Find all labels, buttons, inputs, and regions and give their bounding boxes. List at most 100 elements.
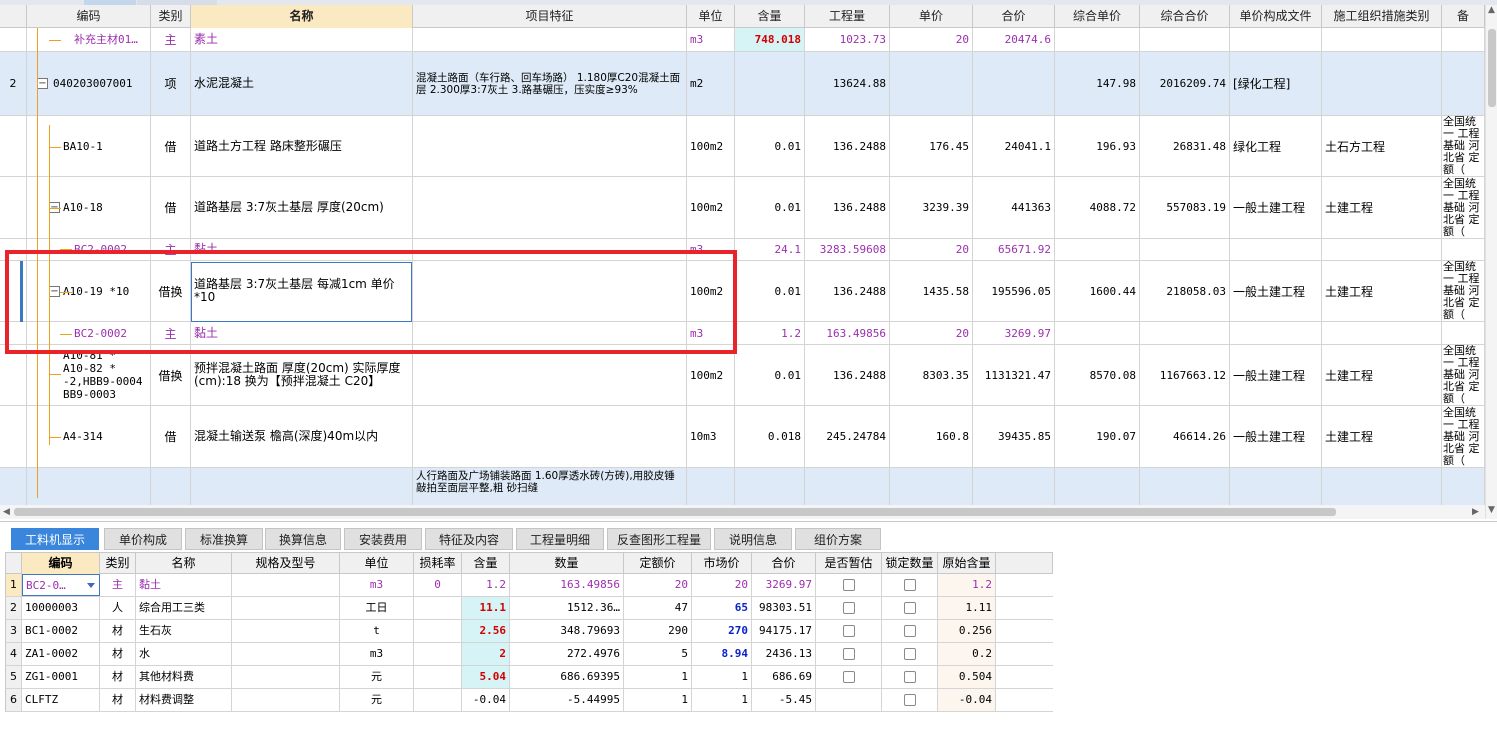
cell-code[interactable]: A10-18 — [27, 177, 151, 238]
resource-col-header[interactable]: 编码 — [22, 553, 100, 574]
resource-row[interactable]: 2 10000003 人综合用工三类 工日 11.1 1512.36… 47 65 98303.… — [5, 597, 1053, 620]
tab-8[interactable]: 说明信息 — [714, 528, 792, 550]
cell-name[interactable]: 混凝土输送泵 檐高(深度)40m以内 — [191, 406, 413, 467]
col-total-header[interactable]: 合价 — [973, 5, 1055, 28]
cell-code[interactable] — [27, 468, 151, 505]
cell-code[interactable]: A10-81 * A10-82 * -2,HBB9-0004 BB9-0003 — [27, 345, 151, 405]
collapse-toggle-icon[interactable]: − — [49, 285, 60, 297]
resource-col-header[interactable]: 数量 — [510, 553, 624, 574]
tab-1[interactable]: 单价构成 — [104, 528, 182, 550]
cell-name[interactable]: 素土 — [191, 28, 413, 51]
table-row[interactable]: BC2-0002 主黏土 m3 1.2 163.49856 20 3269.97 — [0, 322, 1485, 345]
tab-0[interactable]: 工料机显示 — [11, 528, 99, 550]
resource-row[interactable]: 1 BC2-0… 主黏土 m3 0 1.2 163.49856 20 20 3269.97 1.2 — [5, 574, 1053, 597]
cell-code[interactable]: ZA1-0002 — [22, 643, 100, 665]
cell-code[interactable]: A4-314 — [27, 406, 151, 467]
col-content-header[interactable]: 含量 — [735, 5, 805, 28]
table-row[interactable]: BA10-1 借道路土方工程 路床整形碾压 100m2 0.01 136.2488 176… — [0, 116, 1485, 177]
collapse-toggle-icon[interactable]: − — [37, 78, 48, 89]
cell-code[interactable]: BA10-1 — [27, 116, 151, 176]
lock-quantity-checkbox[interactable] — [903, 694, 916, 706]
resource-col-header[interactable]: 合价 — [752, 553, 816, 574]
col-utotal-header[interactable]: 综合合价 — [1140, 5, 1230, 28]
tab-2[interactable]: 标准换算 — [185, 528, 263, 550]
table-row[interactable]: A4-314 借混凝土输送泵 檐高(深度)40m以内 10m3 0.018 245.24… — [0, 406, 1485, 468]
lock-quantity-checkbox[interactable] — [903, 671, 916, 683]
col-file-header[interactable]: 单价构成文件 — [1230, 5, 1322, 28]
resource-col-header[interactable]: 定额价 — [624, 553, 692, 574]
main-grid-vertical-scrollbar[interactable]: ▲ ▼ — [1485, 5, 1497, 519]
resource-col-header[interactable]: 含量 — [462, 553, 510, 574]
col-type-header[interactable]: 类别 — [151, 5, 191, 28]
col-price-header[interactable]: 单价 — [890, 5, 973, 28]
col-feature-header[interactable]: 项目特征 — [413, 5, 687, 28]
resource-col-header[interactable]: 规格及型号 — [232, 553, 340, 574]
cell-name[interactable]: 黏土 — [191, 322, 413, 344]
tab-6[interactable]: 工程量明细 — [516, 528, 604, 550]
cell-name[interactable] — [191, 468, 413, 505]
estimate-checkbox-cell[interactable] — [816, 666, 882, 688]
cell-code[interactable]: BC1-0002 — [22, 620, 100, 642]
table-row[interactable]: 2 040203007001 项水泥混凝土 混凝土路面（车行路、回车场路） 1.180… — [0, 52, 1485, 116]
main-grid-horizontal-scrollbar[interactable]: ◀ ▶ — [0, 505, 1485, 519]
estimate-checkbox[interactable] — [842, 648, 855, 660]
cell-code[interactable]: BC2-0002 — [27, 239, 151, 260]
resource-col-header[interactable]: 原始含量 — [938, 553, 996, 574]
col-note-header[interactable]: 备 — [1442, 5, 1485, 28]
estimate-checkbox[interactable] — [842, 579, 855, 591]
resource-col-header[interactable]: 名称 — [136, 553, 232, 574]
tab-7[interactable]: 反查图形工程量 — [607, 528, 711, 550]
estimate-checkbox-cell[interactable] — [816, 620, 882, 642]
estimate-checkbox-cell[interactable] — [816, 574, 882, 596]
name-cell-editor[interactable] — [191, 262, 412, 322]
resource-col-header[interactable]: 类别 — [100, 553, 136, 574]
estimate-checkbox-cell[interactable] — [816, 689, 882, 711]
resource-row[interactable]: 6 CLFTZ 材材料费调整元 -0.04 -5.44995 1 1 -5.45 -0.04 — [5, 689, 1053, 712]
cell-code[interactable]: A10-19 *10 — [27, 261, 151, 321]
resource-row[interactable]: 4 ZA1-0002 材水 m3 2 272.4976 5 8.94 2436.13 0.2 — [5, 643, 1053, 666]
tab-5[interactable]: 特征及内容 — [425, 528, 513, 550]
table-row[interactable]: BC2-0002 主黏土 m3 24.1 3283.59608 20 65671.92 — [0, 239, 1485, 261]
lock-quantity-checkbox[interactable] — [903, 602, 916, 614]
scroll-left-icon[interactable]: ◀ — [3, 505, 10, 519]
cell-code[interactable]: BC2-0002 — [27, 322, 151, 344]
estimate-checkbox[interactable] — [842, 671, 855, 683]
cell-code[interactable]: 补充主材01… — [27, 28, 151, 51]
cell-name[interactable]: 道路基层 3:7灰土基层 厚度(20cm) — [191, 177, 413, 238]
lock-quantity-checkbox[interactable] — [903, 625, 916, 637]
vertical-scroll-thumb[interactable] — [1488, 29, 1496, 107]
lock-quantity-checkbox[interactable] — [903, 648, 916, 660]
estimate-checkbox-cell[interactable] — [816, 597, 882, 619]
dropdown-chevron-icon[interactable] — [87, 583, 95, 588]
estimate-checkbox[interactable] — [842, 602, 855, 614]
scroll-down-icon[interactable]: ▼ — [1488, 503, 1495, 517]
lock-qty-checkbox-cell[interactable] — [882, 620, 938, 642]
cell-code[interactable]: ZG1-0001 — [22, 666, 100, 688]
lock-qty-checkbox-cell[interactable] — [882, 597, 938, 619]
cell-name[interactable]: 黏土 — [191, 239, 413, 260]
cell-name[interactable]: 道路土方工程 路床整形碾压 — [191, 116, 413, 176]
resource-col-header[interactable]: 损耗率 — [414, 553, 462, 574]
lock-quantity-checkbox[interactable] — [903, 579, 916, 591]
resource-col-header[interactable]: 单位 — [340, 553, 414, 574]
cell-name[interactable]: 预拌混凝土路面 厚度(20cm) 实际厚度(cm):18 换为【预拌混凝土 C2… — [191, 345, 413, 405]
resource-row[interactable]: 5 ZG1-0001 材其他材料费元 5.04 686.69395 1 1 686.69 0.5… — [5, 666, 1053, 689]
col-uprice-header[interactable]: 综合单价 — [1055, 5, 1140, 28]
resource-col-header[interactable]: 市场价 — [692, 553, 752, 574]
cell-code[interactable]: BC2-0… — [22, 574, 100, 596]
table-row[interactable]: A10-81 * A10-82 * -2,HBB9-0004 BB9-0003 借… — [0, 345, 1485, 406]
col-qty-header[interactable]: 工程量 — [805, 5, 890, 28]
cell-name[interactable]: 水泥混凝土 — [191, 52, 413, 115]
cell-code[interactable]: 10000003 — [22, 597, 100, 619]
lock-qty-checkbox-cell[interactable] — [882, 574, 938, 596]
resource-row[interactable]: 3 BC1-0002 材生石灰 t 2.56 348.79693 290 270 94175.1… — [5, 620, 1053, 643]
resource-col-header[interactable]: 是否暂估 — [816, 553, 882, 574]
resource-col-header[interactable]: 锁定数量 — [882, 553, 938, 574]
tab-9[interactable]: 组价方案 — [795, 528, 881, 550]
table-row[interactable]: 人行路面及广场铺装路面 1.60厚透水砖(方砖),用胶皮锤敲拍至面层平整,粗 砂… — [0, 468, 1485, 505]
table-row[interactable]: A10-18 借道路基层 3:7灰土基层 厚度(20cm) 100m2 0.01 136… — [0, 177, 1485, 239]
horizontal-scroll-thumb[interactable] — [14, 508, 1336, 516]
col-code-header[interactable]: 编码 — [27, 5, 151, 28]
estimate-checkbox-cell[interactable] — [816, 643, 882, 665]
estimate-checkbox[interactable] — [842, 625, 855, 637]
